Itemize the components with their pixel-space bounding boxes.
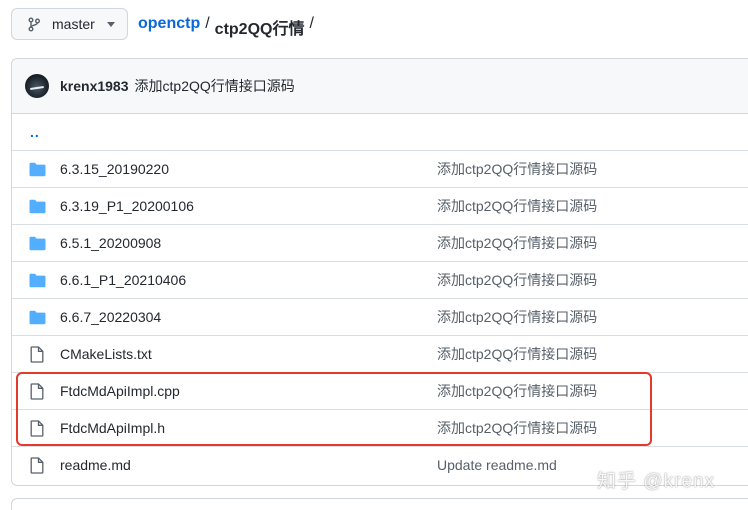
git-branch-icon bbox=[28, 16, 42, 32]
folder-row[interactable]: 6.5.1_20200908 添加ctp2QQ行情接口源码 bbox=[12, 225, 748, 262]
folder-row[interactable]: 6.3.15_20190220 添加ctp2QQ行情接口源码 bbox=[12, 151, 748, 188]
avatar[interactable] bbox=[25, 74, 49, 98]
folder-row[interactable]: 6.3.19_P1_20200106 添加ctp2QQ行情接口源码 bbox=[12, 188, 748, 225]
parent-directory-link[interactable]: .. bbox=[30, 124, 40, 140]
file-name-link[interactable]: readme.md bbox=[60, 457, 131, 473]
file-name-link[interactable]: 6.3.19_P1_20200106 bbox=[60, 198, 194, 214]
readme-box bbox=[11, 498, 748, 510]
latest-commit-header: krenx1983 添加ctp2QQ行情接口源码 bbox=[12, 59, 748, 114]
breadcrumb-repo-link[interactable]: openctp bbox=[138, 15, 200, 39]
commit-message-link[interactable]: 添加ctp2QQ行情接口源码 bbox=[437, 307, 597, 327]
breadcrumb-separator: / bbox=[309, 15, 314, 32]
commit-message-link[interactable]: 添加ctp2QQ行情接口源码 bbox=[437, 233, 597, 253]
highlight-annotation-box bbox=[16, 372, 652, 446]
folder-icon bbox=[28, 271, 46, 289]
branch-name: master bbox=[52, 16, 95, 32]
folder-icon bbox=[28, 197, 46, 215]
commit-message-link[interactable]: 添加ctp2QQ行情接口源码 bbox=[437, 344, 597, 364]
folder-row[interactable]: 6.6.1_P1_20210406 添加ctp2QQ行情接口源码 bbox=[12, 262, 748, 299]
commit-message-link[interactable]: 添加ctp2QQ行情接口源码 bbox=[135, 76, 295, 96]
file-name-link[interactable]: 6.6.1_P1_20210406 bbox=[60, 272, 186, 288]
commit-message-link[interactable]: 添加ctp2QQ行情接口源码 bbox=[437, 196, 597, 216]
commit-message-link[interactable]: 添加ctp2QQ行情接口源码 bbox=[437, 159, 597, 179]
branch-selector-button[interactable]: master bbox=[11, 8, 128, 40]
commit-message-link[interactable]: 添加ctp2QQ行情接口源码 bbox=[437, 270, 597, 290]
watermark-text: 知乎 @krenx bbox=[597, 471, 716, 492]
breadcrumb-separator: / bbox=[205, 15, 210, 32]
file-name-link[interactable]: 6.3.15_20190220 bbox=[60, 161, 169, 177]
parent-directory-row[interactable]: .. bbox=[12, 114, 748, 151]
file-name-link[interactable]: 6.5.1_20200908 bbox=[60, 235, 161, 251]
folder-row[interactable]: 6.6.7_20220304 添加ctp2QQ行情接口源码 bbox=[12, 299, 748, 336]
file-row[interactable]: CMakeLists.txt 添加ctp2QQ行情接口源码 bbox=[12, 336, 748, 373]
file-icon bbox=[28, 345, 46, 363]
folder-icon bbox=[28, 234, 46, 252]
folder-icon bbox=[28, 160, 46, 178]
caret-down-icon bbox=[106, 21, 115, 27]
breadcrumb-current-dir: ctp2QQ行情 bbox=[214, 21, 305, 38]
file-icon bbox=[28, 456, 46, 474]
commit-message-link[interactable]: Update readme.md bbox=[437, 457, 557, 473]
file-name-link[interactable]: 6.6.7_20220304 bbox=[60, 309, 161, 325]
file-name-link[interactable]: CMakeLists.txt bbox=[60, 346, 152, 362]
commit-author-link[interactable]: krenx1983 bbox=[60, 78, 129, 94]
folder-icon bbox=[28, 308, 46, 326]
breadcrumb: openctp / ctp2QQ行情 / bbox=[138, 15, 314, 39]
